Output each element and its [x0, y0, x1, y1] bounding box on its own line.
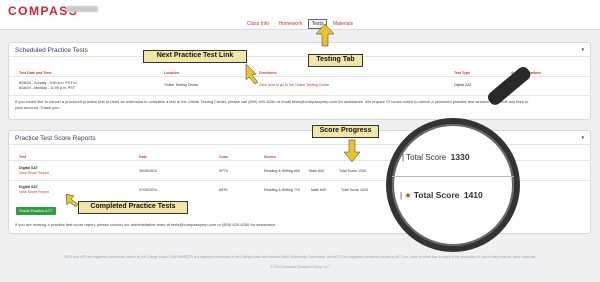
magnified-total-1: | Total Score 1330 [402, 152, 470, 162]
star-icon: ★ [404, 191, 412, 200]
magnifier-lens: | Total Score 1330 | ★ Total Score 1410 [386, 118, 520, 252]
arrow-completed [65, 193, 79, 208]
footer-trademark: SAT® and AP® are registered trademarks o… [63, 255, 537, 259]
arrow-score [343, 139, 361, 163]
magnified-total-2: | ★ Total Score 1410 [400, 190, 483, 200]
footer-copyright: © 2024 Compass Education Group, LLC [270, 265, 330, 269]
arrow-directions [245, 63, 259, 85]
annotation-arrows [65, 23, 361, 208]
arrow-tests-tab [315, 23, 335, 47]
magnified-divider [392, 176, 514, 177]
